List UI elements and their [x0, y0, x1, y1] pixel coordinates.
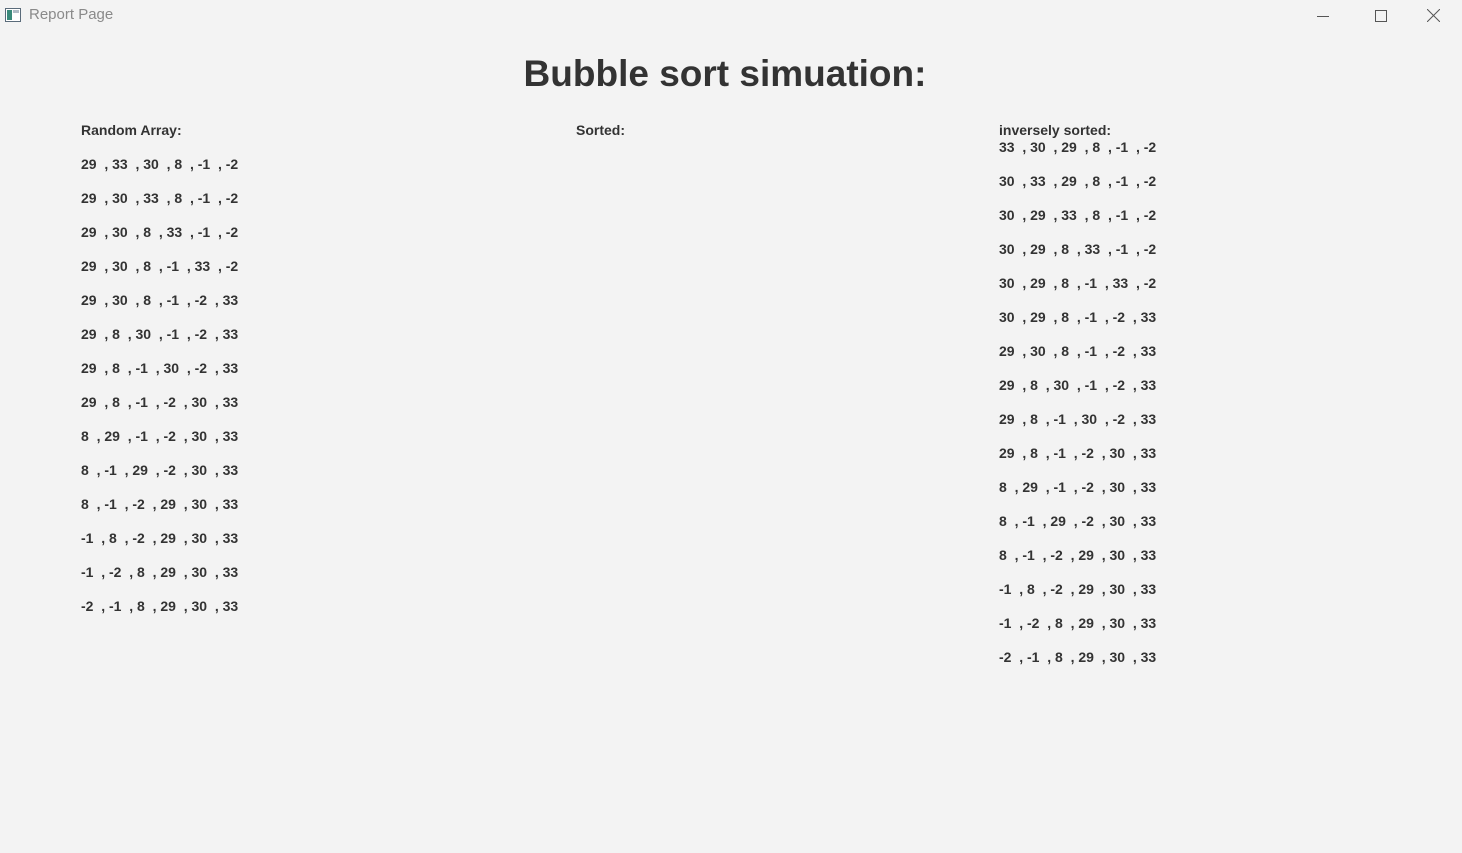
random-array-label: Random Array: [81, 122, 182, 138]
inversely-sorted-row: -1 , -2 , 8 , 29 , 30 , 33 [999, 615, 1157, 631]
inversely-sorted-label: inversely sorted: [999, 122, 1112, 138]
maximize-icon [1375, 9, 1387, 22]
random-array-row: 8 , -1 , -2 , 29 , 30 , 33 [81, 496, 239, 512]
maximize-button[interactable] [1352, 0, 1410, 31]
window-app-icon [5, 8, 21, 22]
random-array-row: 8 , -1 , 29 , -2 , 30 , 33 [81, 462, 239, 478]
inversely-sorted-row: 30 , 33 , 29 , 8 , -1 , -2 [999, 173, 1157, 189]
random-array-row: 29 , 30 , 8 , -1 , -2 , 33 [81, 292, 239, 308]
inversely-sorted-row: 30 , 29 , 33 , 8 , -1 , -2 [999, 207, 1157, 223]
inversely-sorted-row: -1 , 8 , -2 , 29 , 30 , 33 [999, 581, 1157, 597]
minimize-button[interactable] [1294, 0, 1352, 31]
inversely-sorted-row: 8 , 29 , -1 , -2 , 30 , 33 [999, 479, 1157, 495]
page-heading: Bubble sort simuation: [523, 53, 927, 94]
inversely-sorted-row: 33 , 30 , 29 , 8 , -1 , -2 [999, 139, 1157, 155]
inversely-sorted-row: 29 , 30 , 8 , -1 , -2 , 33 [999, 343, 1157, 359]
random-array-row: -1 , -2 , 8 , 29 , 30 , 33 [81, 564, 239, 580]
random-array-row: 29 , 30 , 8 , 33 , -1 , -2 [81, 224, 239, 240]
inversely-sorted-row: 29 , 8 , -1 , 30 , -2 , 33 [999, 411, 1157, 427]
inversely-sorted-row: 30 , 29 , 8 , -1 , -2 , 33 [999, 309, 1157, 325]
random-array-row: 29 , 8 , -1 , 30 , -2 , 33 [81, 360, 239, 376]
report-window: Report Page Bubble sort simuation: Rando… [0, 0, 1462, 853]
random-array-row: 29 , 8 , -1 , -2 , 30 , 33 [81, 394, 239, 410]
inversely-sorted-row: 30 , 29 , 8 , -1 , 33 , -2 [999, 275, 1157, 291]
title-bar[interactable]: Report Page [0, 0, 1462, 31]
window-title: Report Page [29, 6, 114, 23]
inversely-sorted-row: -2 , -1 , 8 , 29 , 30 , 33 [999, 649, 1157, 665]
random-array-row: 8 , 29 , -1 , -2 , 30 , 33 [81, 428, 239, 444]
inversely-sorted-row: 29 , 8 , 30 , -1 , -2 , 33 [999, 377, 1157, 393]
inversely-sorted-row: 8 , -1 , 29 , -2 , 30 , 33 [999, 513, 1157, 529]
sorted-label: Sorted: [576, 122, 625, 138]
random-array-row: 29 , 30 , 33 , 8 , -1 , -2 [81, 190, 239, 206]
close-icon [1426, 9, 1440, 22]
inversely-sorted-row: 30 , 29 , 8 , 33 , -1 , -2 [999, 241, 1157, 257]
random-array-row: 29 , 33 , 30 , 8 , -1 , -2 [81, 156, 239, 172]
random-array-row: 29 , 8 , 30 , -1 , -2 , 33 [81, 326, 239, 342]
inversely-sorted-row: 8 , -1 , -2 , 29 , 30 , 33 [999, 547, 1157, 563]
random-array-row: -1 , 8 , -2 , 29 , 30 , 33 [81, 530, 239, 546]
random-array-row: 29 , 30 , 8 , -1 , 33 , -2 [81, 258, 239, 274]
inversely-sorted-row: 29 , 8 , -1 , -2 , 30 , 33 [999, 445, 1157, 461]
random-array-row: -2 , -1 , 8 , 29 , 30 , 33 [81, 598, 239, 614]
close-button[interactable] [1404, 0, 1462, 31]
minimize-icon [1317, 10, 1329, 22]
